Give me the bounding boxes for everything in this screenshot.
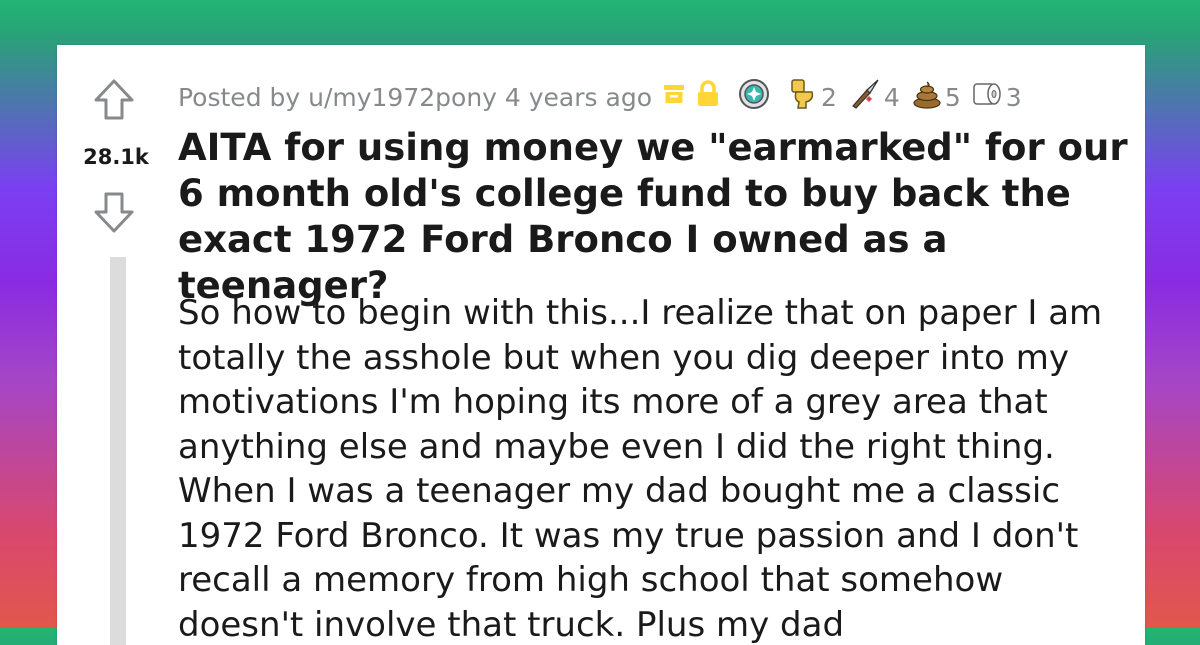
post-body: So how to begin with this...I realize th… <box>178 293 1103 645</box>
post-meta: Posted by u/my1972pony 4 years ago 2 4 5… <box>178 78 1022 116</box>
poop-award-icon <box>912 79 942 115</box>
lock-icon <box>696 80 720 114</box>
posted-by-text: Posted by u/my1972pony 4 years ago <box>178 82 652 112</box>
award-count-toilet: 2 <box>821 82 837 112</box>
award-count-poop: 5 <box>944 82 961 112</box>
thread-collapse-line[interactable] <box>110 257 126 645</box>
post-title[interactable]: AITA for using money we "earmarked" for … <box>178 125 1138 309</box>
toilet-paper-award-icon <box>971 79 1003 115</box>
award-count-toilet-paper: 3 <box>1005 82 1022 112</box>
downvote-button[interactable] <box>93 190 135 234</box>
silver-medal-award-icon <box>738 78 770 116</box>
toilet-award-icon <box>788 78 818 116</box>
award-count-knife: 4 <box>883 82 900 112</box>
archived-icon <box>662 82 686 112</box>
upvote-button[interactable] <box>93 78 135 122</box>
upvote-arrow-icon <box>94 79 134 120</box>
vote-score: 28.1k <box>83 145 149 169</box>
post-card: 28.1k Posted by u/my1972pony 4 years ago <box>57 45 1145 645</box>
knife-award-icon <box>849 78 881 116</box>
downvote-arrow-icon <box>94 192 134 233</box>
